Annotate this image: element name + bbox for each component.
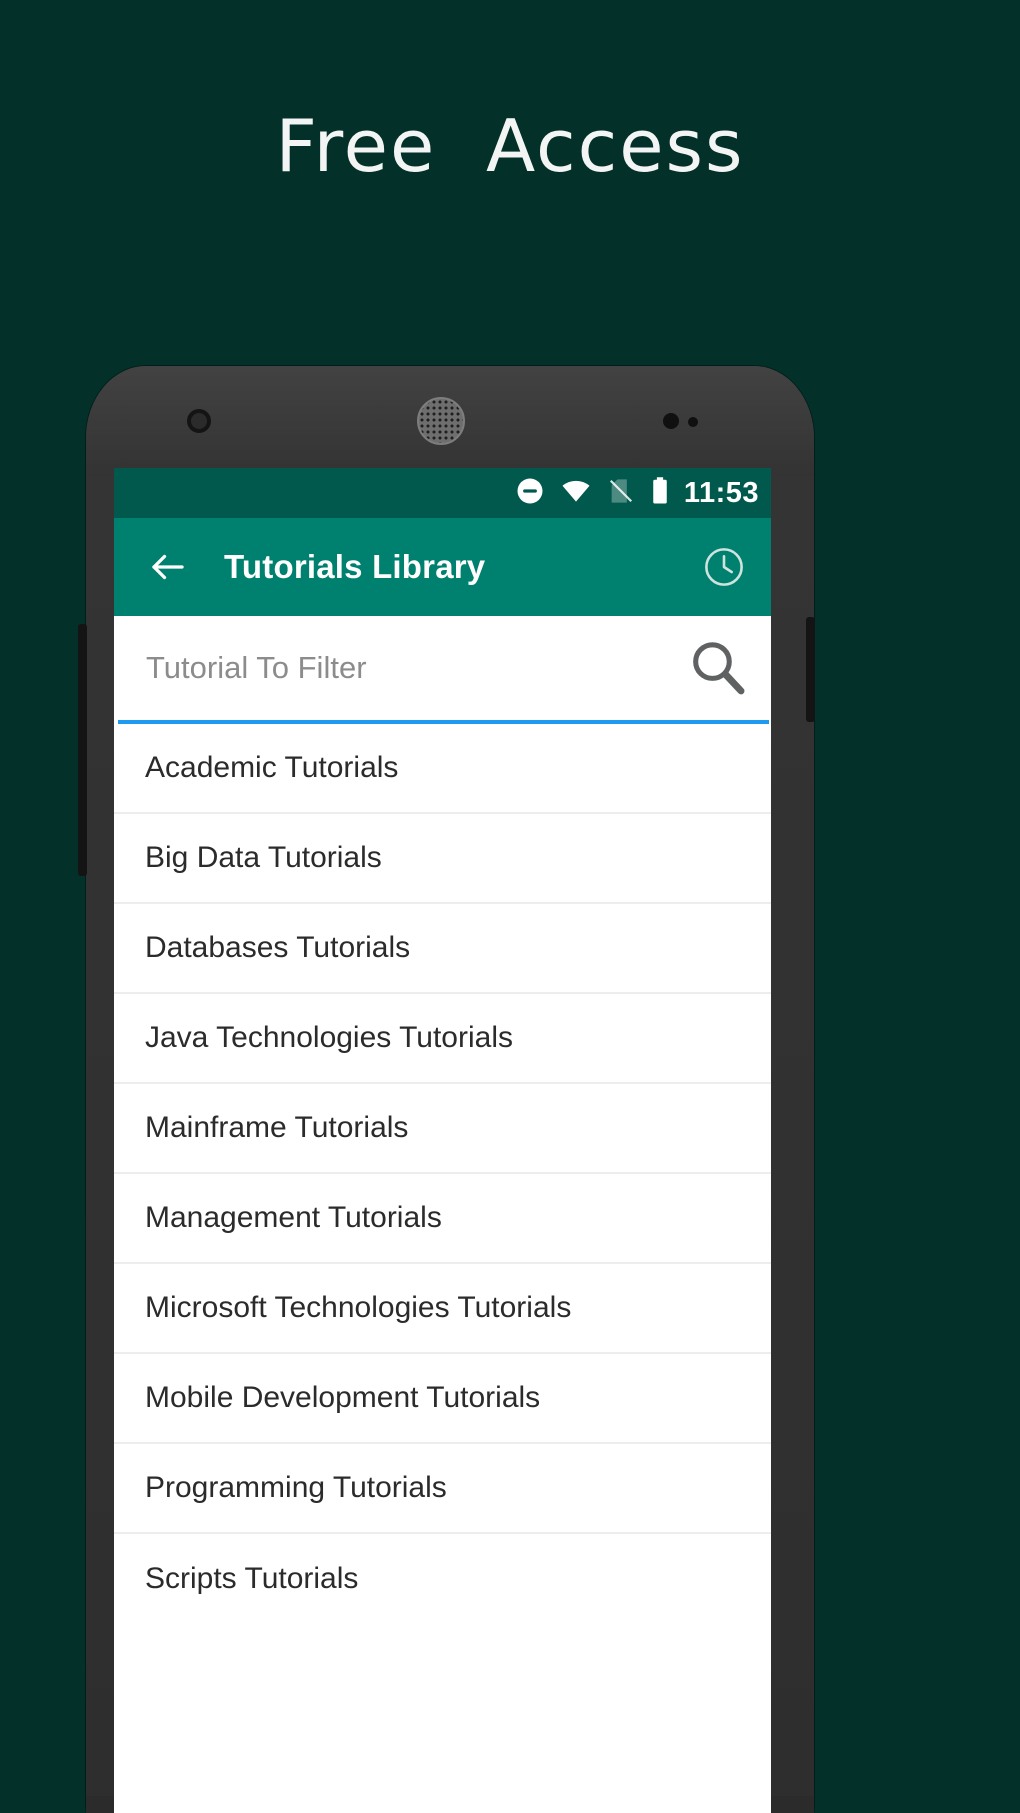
list-item-label: Programming Tutorials xyxy=(145,1471,447,1504)
list-item[interactable]: Java Technologies Tutorials xyxy=(114,994,771,1084)
filter-focus-underline xyxy=(118,720,769,724)
list-item[interactable]: Scripts Tutorials xyxy=(114,1534,771,1624)
list-item-label: Big Data Tutorials xyxy=(145,841,382,874)
list-item-label: Scripts Tutorials xyxy=(145,1562,359,1595)
proximity-sensor-icon xyxy=(663,413,679,429)
list-item[interactable]: Management Tutorials xyxy=(114,1174,771,1264)
no-sim-icon xyxy=(607,476,635,511)
list-item-label: Management Tutorials xyxy=(145,1201,442,1234)
filter-section xyxy=(114,616,771,724)
list-item-label: Java Technologies Tutorials xyxy=(145,1021,513,1054)
wifi-icon xyxy=(560,476,592,511)
light-sensor-icon xyxy=(688,417,698,427)
list-item[interactable]: Academic Tutorials xyxy=(114,724,771,814)
status-bar: 11:53 xyxy=(114,468,771,518)
list-item-label: Databases Tutorials xyxy=(145,931,411,964)
list-item[interactable]: Programming Tutorials xyxy=(114,1444,771,1534)
earpiece-speaker-icon xyxy=(417,397,465,445)
list-item[interactable]: Microsoft Technologies Tutorials xyxy=(114,1264,771,1354)
list-item-label: Academic Tutorials xyxy=(145,751,399,784)
list-item-label: Mobile Development Tutorials xyxy=(145,1381,541,1414)
filter-row xyxy=(114,616,771,720)
volume-rocker-button[interactable] xyxy=(78,624,87,876)
back-arrow-icon[interactable] xyxy=(144,543,192,591)
power-button[interactable] xyxy=(806,617,815,722)
list-item[interactable]: Mainframe Tutorials xyxy=(114,1084,771,1174)
app-bar-title: Tutorials Library xyxy=(224,548,486,585)
front-camera-icon xyxy=(187,409,211,433)
phone-screen: 11:53 Tutorials Library Tutorial To Filt… xyxy=(114,468,771,1813)
list-item[interactable]: Big Data Tutorials xyxy=(114,814,771,904)
page-title: Free Access xyxy=(275,104,745,188)
search-input[interactable] xyxy=(146,650,675,686)
app-bar: Tutorials Library xyxy=(114,518,771,616)
status-bar-clock: 11:53 xyxy=(683,476,759,509)
do-not-disturb-icon xyxy=(515,476,545,511)
list-item[interactable]: Mobile Development Tutorials xyxy=(114,1354,771,1444)
list-item-label: Microsoft Technologies Tutorials xyxy=(145,1291,572,1324)
tutorial-list: Academic Tutorials Big Data Tutorials Da… xyxy=(114,724,771,1624)
history-clock-icon[interactable] xyxy=(699,542,749,592)
search-icon[interactable] xyxy=(685,636,749,700)
battery-full-icon xyxy=(650,476,670,511)
list-item[interactable]: Databases Tutorials xyxy=(114,904,771,994)
status-bar-icons xyxy=(515,476,670,511)
list-item-label: Mainframe Tutorials xyxy=(145,1111,409,1144)
